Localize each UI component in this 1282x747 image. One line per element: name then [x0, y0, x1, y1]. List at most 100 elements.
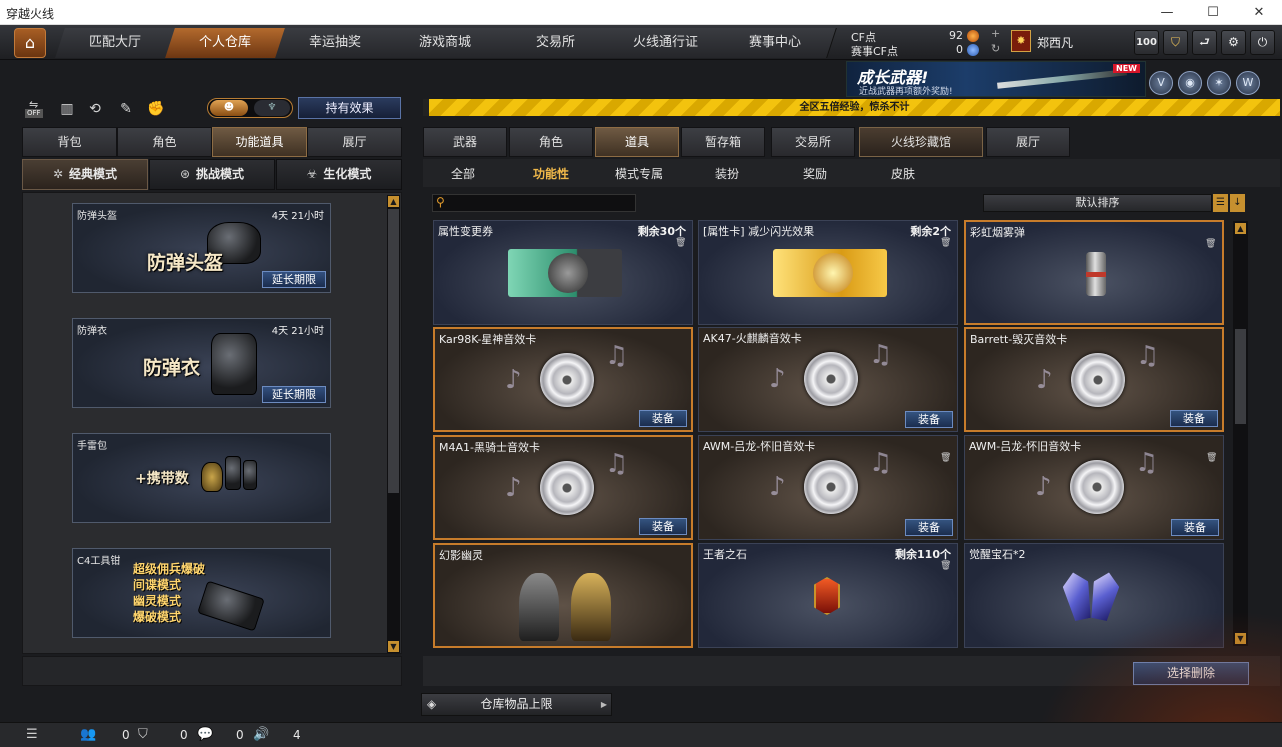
subtab-mode-exclusive[interactable]: 模式专属 [615, 165, 663, 182]
friends-icon[interactable]: 👥 [80, 727, 96, 742]
equip-button[interactable]: 装备 [639, 518, 687, 535]
slot-c4-tool[interactable]: C4工具钳 超级佣兵爆破 间谍模式 幽灵模式 爆破模式 [72, 548, 331, 638]
item-card[interactable]: 属性变更券 剩余30个 🗑 [433, 220, 693, 325]
subtab-outfit[interactable]: 装扮 [715, 165, 739, 182]
stats-icon[interactable]: ▥ [56, 99, 78, 119]
item-card[interactable]: 王者之石 剩余110个 🗑 [698, 543, 958, 648]
left-tab-character[interactable]: 角色 [117, 127, 212, 157]
slot-helmet[interactable]: 防弹头盔 4天 21小时 防弹头盔 延长期限 [72, 203, 331, 293]
slot-body-armor[interactable]: 防弹衣 4天 21小时 防弹衣 延长期限 [72, 318, 331, 408]
fist-icon[interactable]: ✊ [145, 99, 167, 119]
back-icon[interactable]: ⮐ [1192, 30, 1217, 55]
menu-list-icon[interactable]: ☰ [26, 727, 38, 742]
item-card[interactable]: Kar98K-星神音效卡 ♪ ♫ 装备 [433, 327, 693, 432]
home-button[interactable]: ⌂ [14, 28, 46, 58]
equip-button[interactable]: 装备 [1170, 410, 1218, 427]
level-button[interactable]: 100 [1134, 30, 1159, 55]
equip-button[interactable]: 装备 [905, 411, 953, 428]
globe-badge-icon[interactable]: ◉ [1178, 71, 1202, 95]
mode-tab-zombie[interactable]: ☣ 生化模式 [276, 159, 402, 190]
nav-tab-lucky-draw[interactable]: 幸运抽奖 [275, 28, 397, 58]
refresh-currency-button[interactable]: ↻ [991, 42, 1000, 55]
sort-direction-icon[interactable]: ↓ [1230, 194, 1245, 212]
item-card[interactable]: AWM-吕龙-怀旧音效卡 🗑 ♪ ♫ 装备 [698, 435, 958, 540]
warehouse-capacity-button[interactable]: ◈ 仓库物品上限 ▶ [421, 693, 612, 716]
nav-tab-battle-pass[interactable]: 火线通行证 [605, 28, 727, 58]
maximize-button[interactable]: ☐ [1190, 0, 1236, 25]
item-card[interactable]: 幻影幽灵 [433, 543, 693, 648]
right-tab-collection[interactable]: 火线珍藏馆 [859, 127, 983, 157]
left-tab-function-items[interactable]: 功能道具 [212, 127, 307, 157]
subtab-rewards[interactable]: 奖励 [803, 165, 827, 182]
trash-icon[interactable]: 🗑 [940, 453, 951, 464]
extend-period-button[interactable]: 延长期限 [262, 271, 326, 288]
character-icon[interactable]: ✎ [115, 99, 137, 119]
right-tab-weapons[interactable]: 武器 [423, 127, 507, 157]
chat-icon[interactable]: 💬 [197, 727, 213, 742]
item-card[interactable]: AWM-吕龙-怀旧音效卡 🗑 ♪ ♫ 装备 [964, 435, 1224, 540]
mode-tab-challenge[interactable]: ⊛ 挑战模式 [149, 159, 275, 190]
extend-period-button[interactable]: 延长期限 [262, 386, 326, 403]
item-card[interactable]: 彩虹烟雾弹 🗑 [964, 220, 1224, 325]
settings-icon[interactable]: ⚙ [1221, 30, 1246, 55]
right-tab-character[interactable]: 角色 [509, 127, 593, 157]
clan-shield-icon[interactable]: ⛉ [138, 727, 148, 742]
toggle-off-icon[interactable]: OFF ⇋ [25, 98, 47, 119]
trash-icon[interactable]: 🗑 [1205, 239, 1216, 250]
search-input[interactable]: ⚲ [432, 194, 636, 212]
sort-dropdown[interactable]: 默认排序 [983, 194, 1212, 212]
mode-tab-classic[interactable]: ✲ 经典模式 [22, 159, 148, 190]
scroll-up-icon[interactable]: ▲ [1235, 223, 1246, 234]
trash-icon[interactable]: 🗑 [675, 238, 686, 249]
spark-badge-icon[interactable]: ✶ [1207, 71, 1231, 95]
scroll-down-icon[interactable]: ▼ [388, 641, 399, 652]
player-info[interactable]: ✸ 郑西凡 [1011, 30, 1121, 54]
right-tab-showroom[interactable]: 展厅 [986, 127, 1070, 157]
scroll-thumb[interactable] [388, 209, 399, 493]
display-toggle[interactable]: ☻ ♆ [207, 98, 293, 118]
item-card[interactable]: [属性卡] 减少闪光效果 剩余2个 🗑 [698, 220, 958, 325]
select-delete-button[interactable]: 选择删除 [1133, 662, 1249, 685]
right-tab-exchange[interactable]: 交易所 [771, 127, 855, 157]
list-view-icon[interactable]: ☰ [1213, 194, 1228, 212]
holding-effect-button[interactable]: 持有效果 [298, 97, 401, 119]
equip-button[interactable]: 装备 [1171, 519, 1219, 536]
wing-badge-icon[interactable]: W [1236, 71, 1260, 95]
item-card[interactable]: AK47-火麒麟音效卡 ♪ ♫ 装备 [698, 327, 958, 432]
add-cf-button[interactable]: + [991, 27, 1000, 40]
nav-tab-personal-warehouse[interactable]: 个人仓库 [165, 28, 287, 58]
subtab-skins[interactable]: 皮肤 [891, 165, 915, 182]
trash-icon[interactable]: 🗑 [1206, 453, 1217, 464]
left-tab-showroom[interactable]: 展厅 [307, 127, 402, 157]
promo-banner[interactable]: 成长武器! 近战武器再项额外奖励! NEW [846, 61, 1146, 97]
item-card[interactable]: Barrett-毁灭音效卡 ♪ ♫ 装备 [964, 327, 1224, 432]
nav-tab-game-shop[interactable]: 游戏商城 [385, 28, 507, 58]
left-tab-backpack[interactable]: 背包 [22, 127, 117, 157]
minimize-button[interactable]: — [1144, 0, 1190, 25]
scroll-thumb[interactable] [1235, 329, 1246, 424]
item-card[interactable]: M4A1-黑骑士音效卡 ♪ ♫ 装备 [433, 435, 693, 540]
slot-grenade-pack[interactable]: 手雷包 +携带数 [72, 433, 331, 523]
nav-tab-match-lobby[interactable]: 匹配大厅 [55, 28, 177, 58]
nav-tab-tournament[interactable]: 赛事中心 [715, 28, 837, 58]
item-card[interactable]: 觉醒宝石*2 [964, 543, 1224, 648]
close-button[interactable]: ✕ [1236, 0, 1282, 25]
history-icon[interactable]: ⟲ [84, 99, 106, 119]
left-scrollbar[interactable]: ▲ ▼ [387, 195, 400, 653]
right-tab-items[interactable]: 道具 [595, 127, 679, 157]
equip-button[interactable]: 装备 [905, 519, 953, 536]
honor-badge-icon[interactable]: V [1149, 71, 1173, 95]
scroll-up-icon[interactable]: ▲ [388, 196, 399, 207]
subtab-all[interactable]: 全部 [451, 165, 475, 182]
equip-button[interactable]: 装备 [639, 410, 687, 427]
item-scrollbar[interactable]: ▲ ▼ [1233, 221, 1248, 646]
shield-icon[interactable]: ⛉ [1163, 30, 1188, 55]
power-icon[interactable]: ⏻ [1250, 30, 1275, 55]
trash-icon[interactable]: 🗑 [940, 238, 951, 249]
volume-icon[interactable]: 🔊 [253, 727, 269, 742]
trash-icon[interactable]: 🗑 [940, 561, 951, 572]
right-tab-storage[interactable]: 暂存箱 [681, 127, 765, 157]
scroll-down-icon[interactable]: ▼ [1235, 633, 1246, 644]
subtab-functional[interactable]: 功能性 [533, 165, 569, 182]
nav-tab-exchange[interactable]: 交易所 [495, 28, 617, 58]
